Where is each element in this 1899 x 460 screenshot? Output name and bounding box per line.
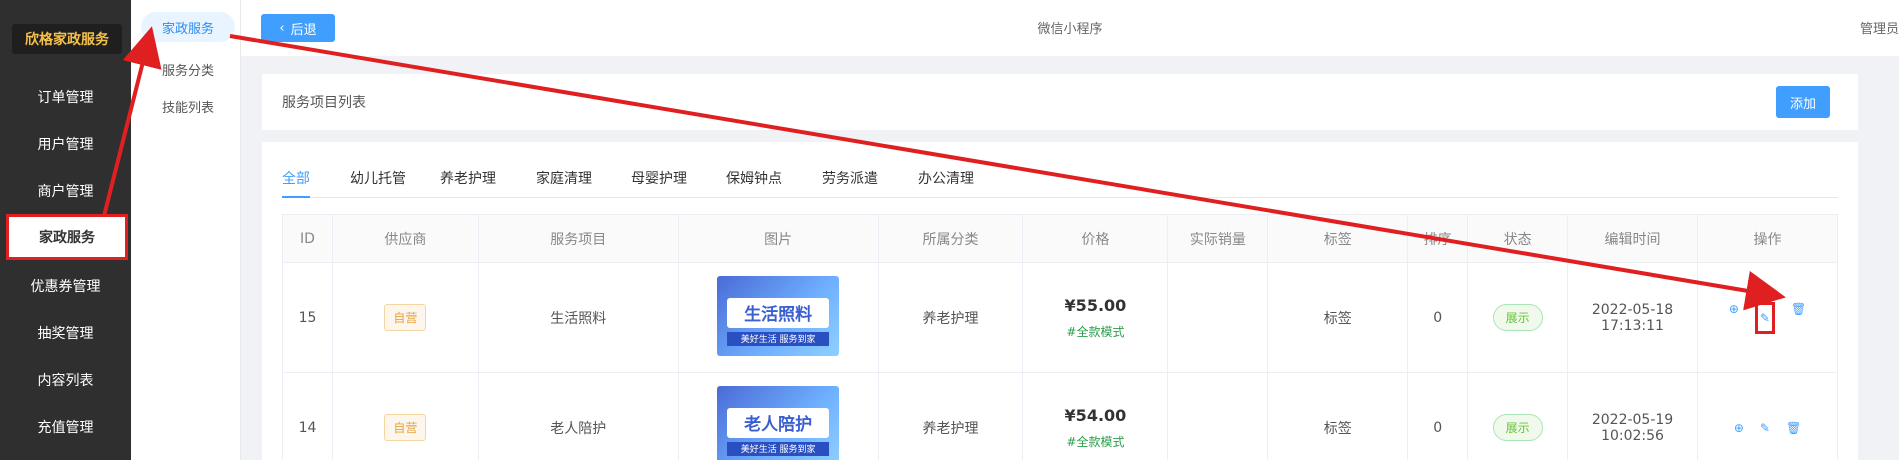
column-header: 标签 xyxy=(1267,214,1409,263)
page-title: 服务项目列表 xyxy=(282,95,366,111)
column-header: 供应商 xyxy=(331,214,479,263)
sidebar-item-label: 充值管理 xyxy=(37,420,94,436)
sidebar-item-coupons[interactable]: 优惠券管理 xyxy=(0,263,131,309)
column-header: ID xyxy=(282,214,333,263)
thumbnail-title: 生活照料 xyxy=(727,297,830,328)
cell-edit-time: 2022-05-19 10:02:56 xyxy=(1567,372,1698,460)
cell-item: 生活照料 xyxy=(477,262,679,373)
submenu-item-home-service[interactable]: 家政服务 xyxy=(141,12,235,42)
thumbnail-title: 老人陪护 xyxy=(727,407,830,438)
sidebar-item-content[interactable]: 内容列表 xyxy=(0,357,131,403)
column-header: 图片 xyxy=(677,214,879,263)
thumbnail-subtitle: 美好生活 服务到家 xyxy=(727,331,830,346)
list-header-card: 服务项目列表 添加 xyxy=(262,74,1858,130)
submenu-item-label: 技能列表 xyxy=(161,100,214,116)
tab-office-cleaning[interactable]: 办公清理 xyxy=(918,168,974,198)
cell-tag: 标签 xyxy=(1267,262,1409,373)
plus-circle-icon[interactable]: ⊕ xyxy=(1734,421,1744,435)
column-header: 操作 xyxy=(1697,214,1838,263)
column-header: 所属分类 xyxy=(877,214,1024,263)
row-actions: ⊕ ✎ 🗑 xyxy=(1698,301,1837,334)
cell-id: 15 xyxy=(282,262,333,373)
tab-elderly-care[interactable]: 养老护理 xyxy=(440,168,496,198)
cell-edit-time: 2022-05-18 17:13:11 xyxy=(1567,262,1698,373)
tab-childcare[interactable]: 幼儿托管 xyxy=(350,168,406,198)
tab-labor-dispatch[interactable]: 劳务派遣 xyxy=(822,168,878,198)
sidebar-item-home-service[interactable]: 家政服务 xyxy=(6,214,128,260)
app-title: 微信小程序 xyxy=(1037,22,1103,37)
service-table: ID 供应商 服务项目 图片 所属分类 价格 实际销量 标签 排序 状态 编辑时… xyxy=(282,214,1838,460)
sidebar-item-merchants[interactable]: 商户管理 xyxy=(0,168,131,214)
column-header: 价格 xyxy=(1022,214,1169,263)
sidebar-item-label: 商户管理 xyxy=(37,184,94,200)
trash-icon[interactable]: 🗑 xyxy=(1791,302,1806,334)
sidebar-item-label: 内容列表 xyxy=(37,373,94,389)
table-row: 15 自营 生活照料 生活照料 美好生活 服务到家 养老护理 ¥55.00 #全… xyxy=(282,262,1838,373)
column-header: 实际销量 xyxy=(1167,214,1269,263)
sidebar-item-label: 用户管理 xyxy=(37,137,94,153)
sidebar-item-label: 优惠券管理 xyxy=(30,279,101,295)
service-thumbnail[interactable]: 生活照料 美好生活 服务到家 xyxy=(717,275,840,356)
cell-item: 老人陪护 xyxy=(477,372,679,460)
thumbnail-subtitle: 美好生活 服务到家 xyxy=(727,441,830,456)
cell-sales xyxy=(1167,372,1269,460)
main-sidebar: 欣格家政服务 订单管理 用户管理 商户管理 家政服务 优惠券管理 抽奖管理 内容… xyxy=(0,0,131,460)
status-badge: 展示 xyxy=(1492,414,1543,441)
cell-category: 养老护理 xyxy=(877,262,1024,373)
column-header: 状态 xyxy=(1467,214,1569,263)
submenu-item-label: 家政服务 xyxy=(161,21,214,37)
cell-sort: 0 xyxy=(1407,262,1469,373)
tab-maternal-care[interactable]: 母婴护理 xyxy=(631,168,687,198)
payment-mode: #全款模式 xyxy=(1066,324,1125,339)
submenu-item-categories[interactable]: 服务分类 xyxy=(141,54,235,84)
cell-sales xyxy=(1167,262,1269,373)
sidebar-item-orders[interactable]: 订单管理 xyxy=(0,74,131,120)
add-button[interactable]: 添加 xyxy=(1776,86,1830,118)
tab-home-cleaning[interactable]: 家庭清理 xyxy=(536,168,592,198)
row-actions: ⊕ ✎ 🗑 xyxy=(1698,421,1837,435)
brand-logo: 欣格家政服务 xyxy=(12,24,122,54)
submenu-item-skills[interactable]: 技能列表 xyxy=(141,91,235,121)
service-list-card: 全部 幼儿托管 养老护理 家庭清理 母婴护理 保姆钟点 劳务派遣 办公清理 ID… xyxy=(262,142,1858,460)
sidebar-item-label: 家政服务 xyxy=(39,230,95,246)
supplier-badge: 自营 xyxy=(384,414,427,441)
plus-circle-icon[interactable]: ⊕ xyxy=(1729,302,1739,334)
cell-id: 14 xyxy=(282,372,333,460)
cell-tag: 标签 xyxy=(1267,372,1409,460)
column-header: 服务项目 xyxy=(477,214,679,263)
price-value: ¥54.00 xyxy=(1064,405,1127,425)
sub-menu: 家政服务 服务分类 技能列表 xyxy=(131,0,241,460)
sidebar-item-recharge[interactable]: 充值管理 xyxy=(0,404,131,450)
price-value: ¥55.00 xyxy=(1064,295,1127,315)
admin-user[interactable]: 管理员 xyxy=(1860,18,1899,37)
tab-nanny-hourly[interactable]: 保姆钟点 xyxy=(726,168,782,198)
trash-icon[interactable]: 🗑 xyxy=(1786,421,1801,435)
sidebar-item-users[interactable]: 用户管理 xyxy=(0,121,131,167)
submenu-item-label: 服务分类 xyxy=(161,63,214,79)
status-badge: 展示 xyxy=(1492,304,1543,331)
column-header: 编辑时间 xyxy=(1567,214,1698,263)
tab-all[interactable]: 全部 xyxy=(282,168,310,198)
cell-sort: 0 xyxy=(1407,372,1469,460)
top-bar: ‹ 后退 微信小程序 管理员 xyxy=(241,0,1899,56)
payment-mode: #全款模式 xyxy=(1066,434,1125,449)
table-row: 14 自营 老人陪护 老人陪护 美好生活 服务到家 养老护理 ¥54.00 #全… xyxy=(282,372,1838,460)
category-tabs: 全部 幼儿托管 养老护理 家庭清理 母婴护理 保姆钟点 劳务派遣 办公清理 xyxy=(282,168,1838,198)
edit-icon[interactable]: ✎ xyxy=(1754,301,1775,334)
cell-category: 养老护理 xyxy=(877,372,1024,460)
sidebar-item-label: 订单管理 xyxy=(37,90,94,106)
sidebar-item-label: 抽奖管理 xyxy=(37,326,94,342)
supplier-badge: 自营 xyxy=(384,304,427,331)
edit-icon[interactable]: ✎ xyxy=(1760,421,1770,435)
column-header: 排序 xyxy=(1407,214,1469,263)
sidebar-item-lottery[interactable]: 抽奖管理 xyxy=(0,310,131,356)
service-thumbnail[interactable]: 老人陪护 美好生活 服务到家 xyxy=(717,385,840,460)
